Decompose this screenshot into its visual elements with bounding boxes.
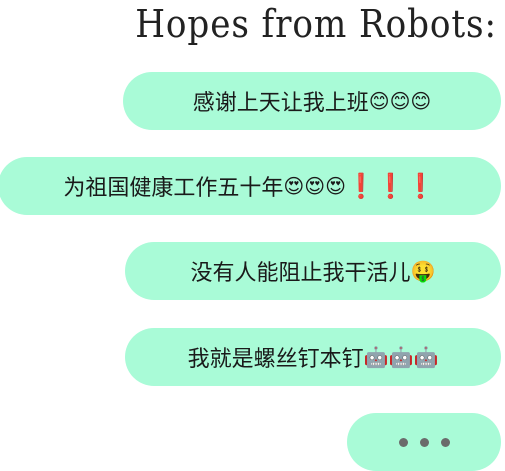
chat-bubble: 没有人能阻止我干活儿 🤑	[125, 242, 501, 300]
message-text: 感谢上天让我上班	[192, 91, 369, 116]
robot-face-icon: 🤖🤖🤖	[363, 345, 439, 369]
money-mouth-face-icon: 🤑	[410, 259, 436, 283]
typing-dots-icon	[398, 437, 450, 447]
dot	[419, 437, 429, 447]
chat-bubble: 感谢上天让我上班 😊😊😊	[123, 72, 501, 130]
dot	[398, 437, 408, 447]
message-text: 没有人能阻止我干活儿	[190, 261, 411, 286]
typing-indicator	[347, 413, 501, 471]
smiling-face-icon: 😊😊😊	[368, 89, 432, 113]
exclamation-icon: ❗❗❗	[345, 172, 436, 200]
message-text: 为祖国健康工作五十年	[63, 176, 284, 201]
chat-bubble: 我就是螺丝钉本钉 🤖🤖🤖	[125, 328, 501, 386]
message-text: 我就是螺丝钉本钉	[187, 347, 364, 372]
heart-eyes-icon: 😍😍😍	[283, 174, 346, 198]
dot	[440, 437, 450, 447]
page-title: Hopes from Robots:	[135, 2, 497, 46]
chat-bubble: 为祖国健康工作五十年 😍😍😍 ❗❗❗	[0, 157, 501, 215]
